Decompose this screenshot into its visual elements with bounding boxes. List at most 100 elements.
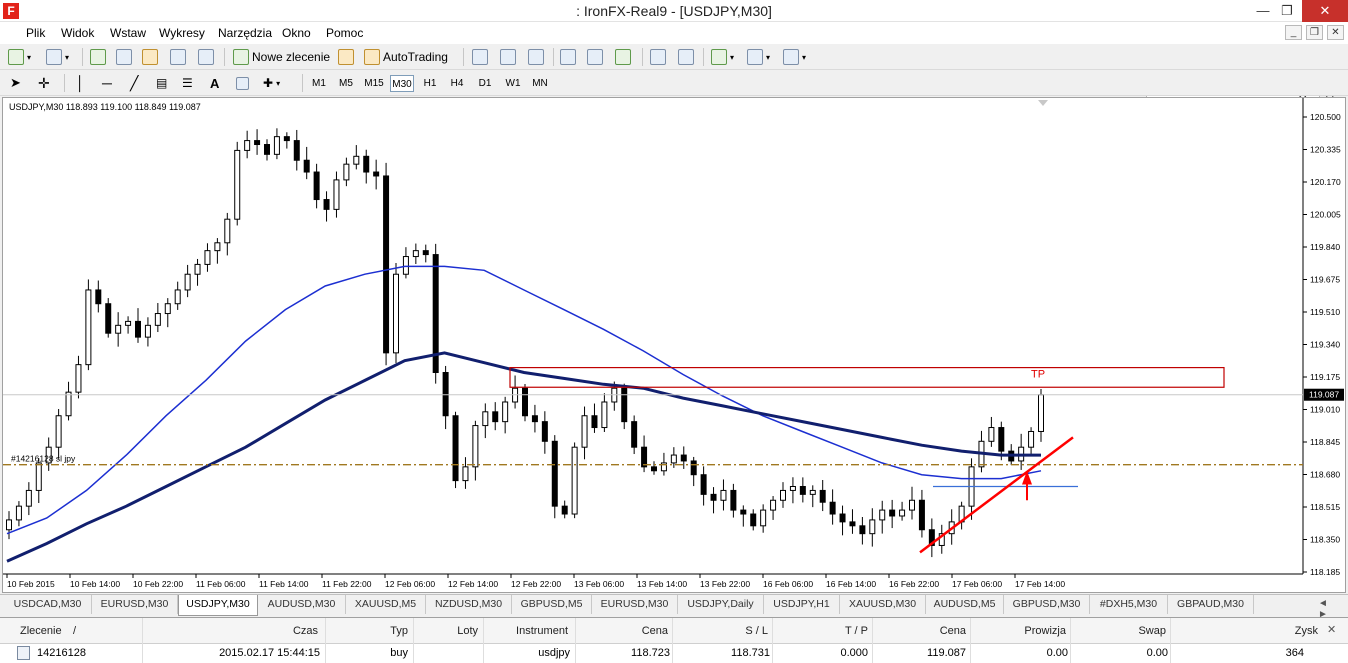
timeframe-h1[interactable]: H1 — [418, 75, 442, 92]
timeframe-m1[interactable]: M1 — [307, 75, 331, 92]
tab-gbpaud-m30[interactable]: GBPAUD,M30 — [1168, 595, 1254, 614]
dropdown-arrow-icon[interactable]: ▾ — [730, 53, 734, 62]
tab-usdjpy-daily[interactable]: USDJPY,Daily — [678, 595, 764, 614]
menu-narzedzia[interactable]: Narzędzia — [218, 26, 272, 40]
candle-body — [154, 313, 161, 326]
text-tool-icon[interactable]: A — [210, 76, 219, 91]
line-chart-icon[interactable] — [528, 49, 544, 65]
timeframe-w1[interactable]: W1 — [501, 75, 525, 92]
col-profit[interactable]: Zysk — [1260, 625, 1318, 637]
new-order-button[interactable]: Nowe zlecenie — [233, 48, 330, 66]
fibonacci-icon[interactable]: ☰ — [182, 76, 193, 90]
chart-window[interactable]: 120.500 120.335 120.170 120.005 119.840 119.6… — [2, 97, 1346, 593]
close-button[interactable]: ✕ — [1302, 0, 1348, 22]
menu-wykresy[interactable]: Wykresy — [159, 26, 205, 40]
x-tick-label: 10 Feb 22:00 — [133, 579, 183, 589]
menu-widok[interactable]: Widok — [61, 26, 94, 40]
navigator-icon[interactable] — [142, 49, 158, 65]
candle-body — [551, 440, 558, 507]
zoom-out-icon[interactable] — [587, 49, 603, 65]
col-tp[interactable]: T / P — [820, 625, 868, 637]
x-tick-label: 10 Feb 14:00 — [70, 579, 120, 589]
col-order[interactable]: Zlecenie — [20, 625, 62, 637]
dropdown-arrow-icon[interactable]: ▾ — [766, 53, 770, 62]
terminal-close-icon[interactable]: ✕ — [1327, 623, 1336, 636]
tab-nzdusd-m30[interactable]: NZDUSD,M30 — [426, 595, 512, 614]
col-price[interactable]: Cena — [620, 625, 668, 637]
timeframe-mn[interactable]: MN — [528, 75, 552, 92]
price-chart[interactable]: 120.500 120.335 120.170 120.005 119.840 119.6… — [3, 98, 1345, 592]
tab-xauusd-m30[interactable]: XAUUSD,M30 — [840, 595, 926, 614]
dropdown-arrow-icon[interactable]: ▾ — [27, 53, 31, 62]
data-window-icon[interactable] — [116, 49, 132, 65]
new-chart-icon[interactable] — [8, 49, 24, 65]
dropdown-arrow-icon[interactable]: ▾ — [276, 79, 280, 88]
candle-body — [998, 427, 1005, 452]
periods-clock-icon[interactable] — [747, 49, 763, 65]
timeframe-h4[interactable]: H4 — [445, 75, 469, 92]
y-tick-label: 118.845 — [1310, 437, 1340, 447]
col-type[interactable]: Typ — [360, 625, 408, 637]
col-instrument[interactable]: Instrument — [500, 625, 568, 637]
tab-eurusd-m30[interactable]: EURUSD,M30 — [92, 595, 178, 614]
metaeditor-icon[interactable] — [338, 49, 354, 65]
timeframe-m15[interactable]: M15 — [362, 75, 386, 92]
tab-eurusd-m30-2[interactable]: EURUSD,M30 — [592, 595, 678, 614]
standard-toolbar: ▾ ▾ Nowe zlecenie AutoTrading ▾ ▾ ▾ ⚲ ⚲ — [0, 44, 1348, 111]
chart-shift-icon[interactable] — [650, 49, 666, 65]
menu-wstaw[interactable]: Wstaw — [110, 26, 146, 40]
equidistant-channel-icon[interactable]: ▤ — [156, 76, 167, 90]
market-watch-icon[interactable] — [90, 49, 106, 65]
autotrading-button[interactable]: AutoTrading — [364, 48, 448, 66]
arrows-icon[interactable]: ✚ — [263, 76, 273, 90]
col-swap[interactable]: Swap — [1110, 625, 1166, 637]
dropdown-arrow-icon[interactable]: ▾ — [802, 53, 806, 62]
trendline-icon[interactable]: ╱ — [130, 75, 138, 92]
timeframe-d1[interactable]: D1 — [473, 75, 497, 92]
col-sl[interactable]: S / L — [720, 625, 768, 637]
indicators-icon[interactable] — [711, 49, 727, 65]
candle-body — [373, 171, 380, 177]
strategy-tester-icon[interactable] — [198, 49, 214, 65]
templates-icon[interactable] — [783, 49, 799, 65]
tab-dxh5-m30[interactable]: #DXH5,M30 — [1090, 595, 1168, 614]
timeframe-m30[interactable]: M30 — [390, 75, 414, 92]
tab-xauusd-m5[interactable]: XAUUSD,M5 — [346, 595, 426, 614]
autoscroll-icon[interactable] — [678, 49, 694, 65]
terminal-icon[interactable] — [170, 49, 186, 65]
candlestick-chart-icon[interactable] — [500, 49, 516, 65]
tab-gbpusd-m5[interactable]: GBPUSD,M5 — [512, 595, 592, 614]
mdi-restore-button[interactable]: ❐ — [1306, 25, 1323, 40]
menu-plik[interactable]: Plik — [26, 26, 45, 40]
tab-usdjpy-h1[interactable]: USDJPY,H1 — [764, 595, 840, 614]
table-row[interactable]: 14216128 2015.02.17 15:44:15 buy usdjpy … — [0, 644, 1348, 663]
text-label-icon[interactable] — [236, 76, 249, 90]
tab-audusd-m30[interactable]: AUDUSD,M30 — [258, 595, 346, 614]
vertical-line-icon[interactable]: │ — [76, 75, 85, 91]
zoom-in-icon[interactable] — [560, 49, 576, 65]
candle-body — [283, 136, 290, 142]
candle-body — [95, 289, 102, 305]
col-lots[interactable]: Loty — [430, 625, 478, 637]
col-time[interactable]: Czas — [260, 625, 318, 637]
tab-usdcad-m30[interactable]: USDCAD,M30 — [4, 595, 92, 614]
profiles-icon[interactable] — [46, 49, 62, 65]
y-tick-label: 119.175 — [1310, 372, 1340, 382]
chart-shift-marker-icon[interactable] — [1038, 100, 1048, 106]
crosshair-icon[interactable]: ✛ — [38, 75, 50, 92]
cursor-icon[interactable]: ➤ — [10, 75, 21, 91]
tab-usdjpy-m30[interactable]: USDJPY,M30 — [178, 595, 258, 616]
tile-windows-icon[interactable] — [615, 49, 631, 65]
menu-pomoc[interactable]: Pomoc — [326, 26, 363, 40]
tab-gbpusd-m30[interactable]: GBPUSD,M30 — [1004, 595, 1090, 614]
horizontal-line-icon[interactable]: ─ — [102, 75, 112, 91]
tab-audusd-m5[interactable]: AUDUSD,M5 — [926, 595, 1004, 614]
dropdown-arrow-icon[interactable]: ▾ — [65, 53, 69, 62]
timeframe-m5[interactable]: M5 — [334, 75, 358, 92]
mdi-minimize-button[interactable]: _ — [1285, 25, 1302, 40]
bar-chart-icon[interactable] — [472, 49, 488, 65]
col-commission[interactable]: Prowizja — [1000, 625, 1066, 637]
mdi-close-button[interactable]: ✕ — [1327, 25, 1344, 40]
menu-okno[interactable]: Okno — [282, 26, 311, 40]
col-current-price[interactable]: Cena — [916, 625, 966, 637]
